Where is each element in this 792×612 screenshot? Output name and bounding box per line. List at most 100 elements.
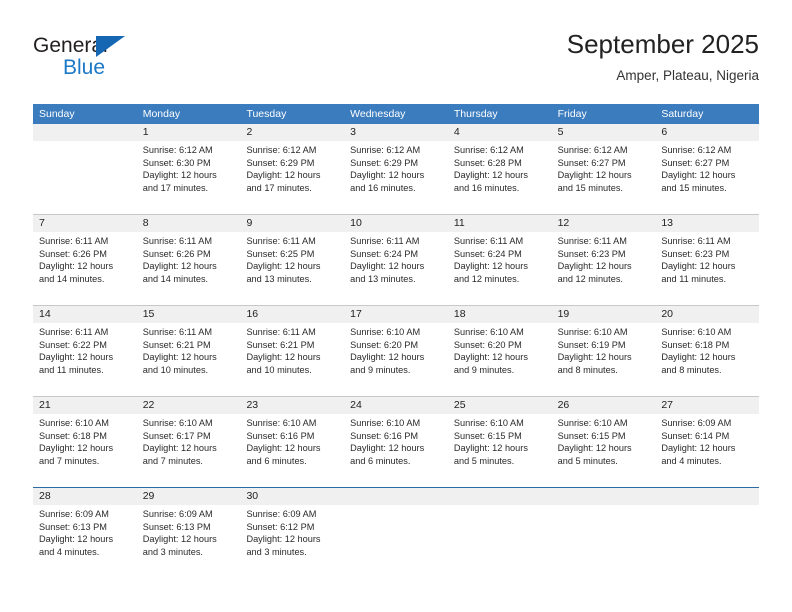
day-number[interactable]: 5 (552, 124, 656, 141)
daylight-text-cont: and 8 minutes. (557, 364, 618, 375)
day-number[interactable]: 10 (344, 215, 448, 232)
day-number[interactable]: 15 (137, 306, 241, 323)
day-number[interactable]: 6 (655, 124, 759, 141)
day-cell[interactable]: Sunrise: 6:12 AM Sunset: 6:27 PM Daylight:… (655, 141, 759, 214)
day-number[interactable]: 13 (655, 215, 759, 232)
day-number[interactable]: 26 (552, 397, 656, 414)
day-cell[interactable]: Sunrise: 6:11 AM Sunset: 6:26 PM Daylight:… (137, 232, 241, 305)
day-number[interactable]: 23 (240, 397, 344, 414)
sunset-text: Sunset: 6:19 PM (557, 339, 626, 350)
calendar-weeks: 1 2 3 4 5 6 Sunrise: 6:12 AM Sunset: 6:30 PM Day… (33, 124, 759, 578)
day-cell[interactable]: Sunrise: 6:11 AM Sunset: 6:23 PM Daylight:… (655, 232, 759, 305)
day-cell[interactable]: Sunrise: 6:10 AM Sunset: 6:17 PM Daylight:… (137, 414, 241, 487)
day-number[interactable]: 16 (240, 306, 344, 323)
day-cell[interactable]: Sunrise: 6:11 AM Sunset: 6:24 PM Daylight:… (448, 232, 552, 305)
day-number[interactable]: 21 (33, 397, 137, 414)
day-cell[interactable]: Sunrise: 6:12 AM Sunset: 6:29 PM Daylight:… (240, 141, 344, 214)
sunrise-text: Sunrise: 6:11 AM (453, 236, 524, 246)
sunset-text: Sunset: 6:13 PM (142, 521, 211, 532)
day-number-empty (344, 488, 448, 505)
weekday-header-monday: Monday (142, 108, 181, 120)
day-number[interactable]: 24 (344, 397, 448, 414)
day-cell[interactable]: Sunrise: 6:10 AM Sunset: 6:20 PM Daylight:… (448, 323, 552, 396)
date-number-row: 123456 (33, 124, 759, 141)
day-number[interactable]: 7 (33, 215, 137, 232)
day-number[interactable]: 4 (448, 124, 552, 141)
weekday-header-sunday: Sunday (39, 108, 75, 120)
day-cell[interactable]: Sunrise: 6:11 AM Sunset: 6:23 PM Daylight:… (552, 232, 656, 305)
sunset-text: Sunset: 6:25 PM (246, 248, 315, 259)
day-cell[interactable]: Sunrise: 6:09 AM Sunset: 6:13 PM Daylight:… (33, 505, 137, 578)
day-number[interactable]: 2 (240, 124, 344, 141)
sunrise-text: Sunrise: 6:10 AM (453, 418, 524, 428)
day-number[interactable]: 18 (448, 306, 552, 323)
daylight-text: Daylight: 12 hours (350, 443, 425, 454)
day-cell[interactable]: Sunrise: 6:10 AM Sunset: 6:18 PM Daylight:… (33, 414, 137, 487)
day-number[interactable]: 3 (344, 124, 448, 141)
daylight-text: Daylight: 12 hours (246, 534, 321, 545)
day-cell[interactable]: Sunrise: 6:09 AM Sunset: 6:13 PM Daylight:… (137, 505, 241, 578)
daylight-text: Daylight: 12 hours (661, 352, 736, 363)
day-cell[interactable]: Sunrise: 6:11 AM Sunset: 6:25 PM Daylight:… (240, 232, 344, 305)
calendar-week: 1 2 3 4 5 6 Sunrise: 6:12 AM Sunset: 6:30 PM Day… (33, 124, 759, 214)
day-number[interactable]: 28 (33, 488, 137, 505)
day-cell[interactable]: Sunrise: 6:11 AM Sunset: 6:26 PM Daylight:… (33, 232, 137, 305)
sunset-text: Sunset: 6:16 PM (246, 430, 315, 441)
day-cell-empty (33, 141, 137, 214)
day-number[interactable]: 27 (655, 397, 759, 414)
sunrise-text: Sunrise: 6:11 AM (39, 327, 109, 337)
day-number[interactable]: 30 (240, 488, 344, 505)
day-number[interactable]: 17 (344, 306, 448, 323)
day-number[interactable]: 14 (33, 306, 137, 323)
day-cell[interactable]: Sunrise: 6:11 AM Sunset: 6:21 PM Daylight:… (240, 323, 344, 396)
daylight-text-cont: and 15 minutes. (557, 182, 623, 193)
date-number-row: 7 8 9 10 11 12 13 (33, 215, 759, 232)
day-cell[interactable]: Sunrise: 6:11 AM Sunset: 6:24 PM Daylight:… (344, 232, 448, 305)
page-subtitle: Amper, Plateau, Nigeria (616, 68, 759, 83)
day-cell[interactable]: Sunrise: 6:10 AM Sunset: 6:20 PM Daylight:… (344, 323, 448, 396)
sunset-text: Sunset: 6:18 PM (661, 339, 730, 350)
date-number-row: 28 29 30 (33, 488, 759, 505)
day-number[interactable]: 25 (448, 397, 552, 414)
daylight-text-cont: and 16 minutes. (453, 182, 520, 193)
day-cell[interactable]: Sunrise: 6:09 AM Sunset: 6:12 PM Daylight:… (240, 505, 344, 578)
day-cell[interactable]: Sunrise: 6:10 AM Sunset: 6:18 PM Daylight:… (655, 323, 759, 396)
day-cell[interactable]: Sunrise: 6:10 AM Sunset: 6:15 PM Daylight:… (448, 414, 552, 487)
day-number[interactable]: 8 (137, 215, 241, 232)
daylight-text-cont: and 3 minutes. (142, 546, 203, 557)
weekday-header-row: Sunday Monday Tuesday Wednesday Thursday Frid… (33, 104, 759, 124)
sunset-text: Sunset: 6:21 PM (142, 339, 211, 350)
day-number[interactable]: 20 (655, 306, 759, 323)
day-cell[interactable]: Sunrise: 6:10 AM Sunset: 6:16 PM Daylight:… (344, 414, 448, 487)
page-title: September 2025 (566, 29, 759, 59)
day-cell[interactable]: Sunrise: 6:11 AM Sunset: 6:21 PM Daylight:… (137, 323, 241, 396)
day-cell[interactable]: Sunrise: 6:10 AM Sunset: 6:16 PM Daylight:… (240, 414, 344, 487)
daylight-text-cont: and 3 minutes. (246, 546, 307, 557)
day-cell-empty (448, 505, 552, 578)
day-cell[interactable]: Sunrise: 6:12 AM Sunset: 6:29 PM Daylight:… (344, 141, 448, 214)
day-number[interactable]: 11 (448, 215, 552, 232)
day-number[interactable]: 9 (240, 215, 344, 232)
day-cell[interactable]: Sunrise: 6:12 AM Sunset: 6:30 PM Daylight:… (137, 141, 241, 214)
sunrise-text: Sunrise: 6:09 AM (142, 509, 213, 519)
day-number[interactable]: 19 (552, 306, 656, 323)
daylight-text-cont: and 7 minutes. (142, 455, 203, 466)
day-number[interactable]: 12 (552, 215, 656, 232)
day-cell[interactable]: Sunrise: 6:10 AM Sunset: 6:15 PM Daylight:… (552, 414, 656, 487)
day-cell[interactable]: Sunrise: 6:12 AM Sunset: 6:27 PM Daylight:… (552, 141, 656, 214)
day-cell[interactable]: Sunrise: 6:10 AM Sunset: 6:19 PM Daylight:… (552, 323, 656, 396)
day-cell[interactable]: Sunrise: 6:11 AM Sunset: 6:22 PM Daylight:… (33, 323, 137, 396)
daylight-text: Daylight: 12 hours (142, 534, 217, 545)
day-number[interactable]: 29 (137, 488, 241, 505)
daylight-text-cont: and 12 minutes. (453, 273, 520, 284)
day-cell[interactable]: Sunrise: 6:09 AM Sunset: 6:14 PM Daylight:… (655, 414, 759, 487)
sunset-text: Sunset: 6:29 PM (350, 157, 419, 168)
sunrise-text: Sunrise: 6:09 AM (661, 418, 732, 428)
daylight-text: Daylight: 12 hours (453, 352, 528, 363)
brand-logo[interactable]: General Blue (33, 34, 213, 86)
calendar-week: 14 15 16 17 18 19 20 Sunrise: 6:11 AM Sunset: 6:… (33, 306, 759, 396)
date-detail-row: Sunrise: 6:11 AM Sunset: 6:26 PM Daylight:… (33, 232, 759, 305)
day-number[interactable]: 1 (137, 124, 241, 141)
day-number[interactable]: 22 (137, 397, 241, 414)
day-cell[interactable]: Sunrise: 6:12 AM Sunset: 6:28 PM Daylight:… (448, 141, 552, 214)
